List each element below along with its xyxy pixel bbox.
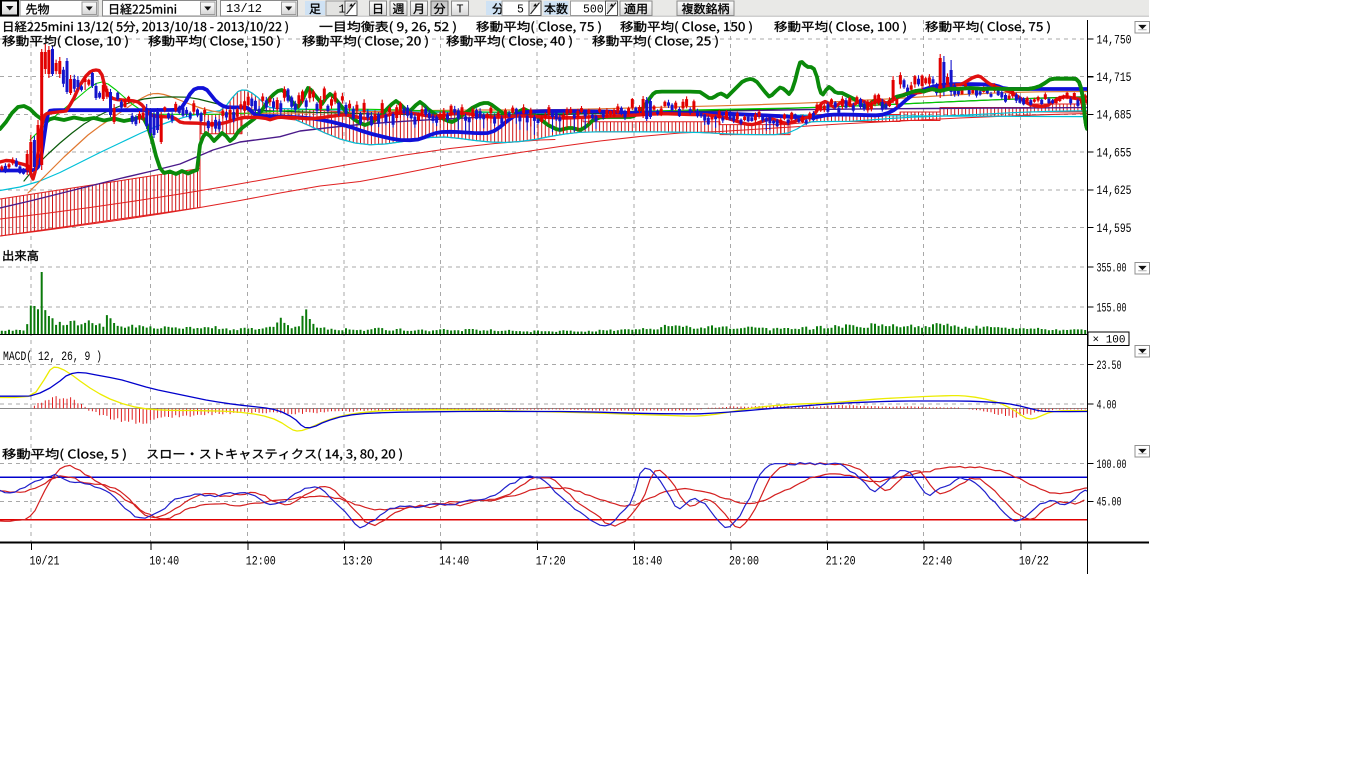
svg-text:14,625: 14,625 bbox=[1097, 183, 1132, 198]
svg-text:23.50: 23.50 bbox=[1097, 358, 1122, 373]
svg-text:14,750: 14,750 bbox=[1097, 32, 1132, 47]
svg-text:355.00: 355.00 bbox=[1097, 260, 1127, 275]
svg-text:100.00: 100.00 bbox=[1097, 457, 1127, 472]
svg-text:12:00: 12:00 bbox=[246, 553, 276, 568]
svg-text:T: T bbox=[456, 2, 463, 16]
svg-text:× 100: × 100 bbox=[1093, 335, 1126, 347]
svg-text:45.00: 45.00 bbox=[1097, 495, 1122, 510]
svg-text:MACD( 12, 26, 9 ): MACD( 12, 26, 9 ) bbox=[3, 349, 102, 364]
svg-text:1: 1 bbox=[339, 3, 346, 16]
svg-text:13/12: 13/12 bbox=[226, 2, 262, 16]
svg-text:14,595: 14,595 bbox=[1097, 221, 1132, 236]
svg-text:14,685: 14,685 bbox=[1097, 108, 1132, 123]
svg-text:18:40: 18:40 bbox=[632, 553, 662, 568]
svg-text:10/22: 10/22 bbox=[1019, 553, 1049, 568]
svg-text:20:00: 20:00 bbox=[729, 553, 759, 568]
svg-text:10:40: 10:40 bbox=[149, 553, 179, 568]
svg-text:14,715: 14,715 bbox=[1097, 70, 1132, 85]
svg-text:5: 5 bbox=[517, 3, 524, 16]
svg-text:14:40: 14:40 bbox=[439, 553, 469, 568]
svg-text:21:20: 21:20 bbox=[826, 553, 856, 568]
svg-text:4.00: 4.00 bbox=[1097, 397, 1117, 412]
svg-text:22:40: 22:40 bbox=[922, 553, 952, 568]
svg-text:13:20: 13:20 bbox=[342, 553, 372, 568]
svg-text:14,655: 14,655 bbox=[1097, 145, 1132, 160]
svg-text:17:20: 17:20 bbox=[536, 553, 566, 568]
svg-text:10/21: 10/21 bbox=[30, 553, 60, 568]
svg-text:155.00: 155.00 bbox=[1097, 300, 1127, 315]
svg-text:500: 500 bbox=[583, 3, 604, 16]
